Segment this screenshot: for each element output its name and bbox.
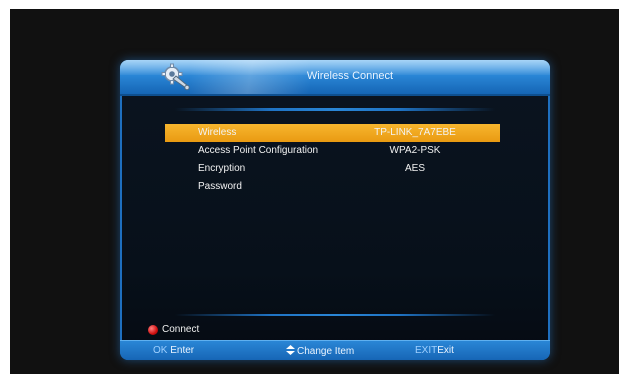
- footer-hint-bar: OK Enter Change Item EXITExit: [120, 340, 550, 360]
- ok-key-label: OK: [153, 345, 168, 356]
- setting-row-access-point-configuration[interactable]: Access Point Configuration WPA2-PSK: [165, 142, 500, 160]
- setting-value: TP-LINK_7A7EBE: [374, 127, 456, 138]
- hint-ok-enter: OK Enter: [153, 345, 194, 356]
- setting-value: WPA2-PSK: [389, 145, 441, 156]
- title-bar: Wireless Connect: [120, 60, 550, 96]
- hint-exit: EXITExit: [415, 345, 454, 356]
- dialog-title: Wireless Connect: [306, 70, 394, 82]
- separator-top: [175, 108, 495, 111]
- separator-bottom: [175, 314, 495, 316]
- setting-value: AES: [404, 163, 425, 174]
- setting-label: Wireless: [198, 127, 237, 138]
- setting-label: Password: [198, 181, 242, 192]
- settings-wrench-gear-icon: [160, 63, 190, 91]
- ok-action-label: Enter: [170, 345, 195, 356]
- exit-action-label: Exit: [437, 345, 454, 356]
- exit-key-label: EXIT: [415, 345, 438, 356]
- connect-label: Connect: [162, 324, 200, 335]
- up-down-arrows-icon: [286, 345, 295, 355]
- wireless-connect-dialog: Wireless Connect Wireless TP-LINK_7A7EBE…: [120, 60, 550, 360]
- red-button-icon: [148, 325, 158, 335]
- setting-row-password[interactable]: Password: [165, 178, 500, 196]
- setting-row-encryption[interactable]: Encryption AES: [165, 160, 500, 178]
- setting-label: Access Point Configuration: [198, 145, 319, 156]
- settings-list: Wireless TP-LINK_7A7EBE Access Point Con…: [165, 124, 500, 196]
- change-item-label: Change Item: [297, 346, 355, 357]
- hint-change-item: Change Item: [286, 345, 354, 357]
- setting-label: Encryption: [198, 163, 246, 174]
- setting-row-wireless[interactable]: Wireless TP-LINK_7A7EBE: [165, 124, 500, 142]
- tv-screen: Wireless Connect Wireless TP-LINK_7A7EBE…: [10, 9, 619, 374]
